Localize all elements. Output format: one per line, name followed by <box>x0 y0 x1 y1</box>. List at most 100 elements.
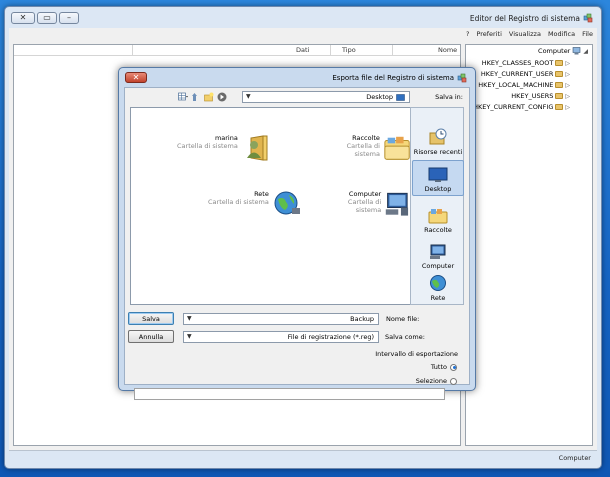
cancel-button-label: Annulla <box>138 332 164 341</box>
place-desktop[interactable]: Desktop <box>412 160 464 196</box>
library-icon <box>428 209 448 224</box>
file-list[interactable]: Raccolte Cartella di sistema marina Cart… <box>130 107 412 305</box>
menu-file[interactable]: File <box>582 30 593 38</box>
file-name-input[interactable]: ▼ Backup <box>183 313 379 325</box>
tree-item-hkcu[interactable]: HKEY_CURRENT_USER ▷ <box>481 70 570 78</box>
maximize-button[interactable]: ▭ <box>37 12 57 24</box>
menu-bar: ? Preferiti Visualizza Modifica File <box>9 28 597 40</box>
chevron-down-icon[interactable]: ▼ <box>187 315 192 322</box>
desktop-icon <box>396 93 405 101</box>
dialog-title: Esporta file del Registro di sistema <box>332 74 454 82</box>
range-selection-option[interactable]: Selezione <box>416 377 457 385</box>
tree-item-hku[interactable]: HKEY_USERS ▷ <box>511 92 570 100</box>
place-label: Raccolte <box>424 226 452 234</box>
place-network[interactable]: Rete <box>412 268 464 304</box>
tree-item-hklm[interactable]: HKEY_LOCAL_MACHINE ▷ <box>478 81 570 89</box>
tree-root[interactable]: Computer ◢ <box>538 47 588 55</box>
expand-icon[interactable]: ▷ <box>565 93 570 100</box>
column-header-data[interactable]: Dati <box>296 46 309 54</box>
save-as-label: Salva come: <box>385 333 425 341</box>
desktop-icon <box>428 167 448 182</box>
file-item-libraries[interactable]: Raccolte Cartella di sistema <box>323 134 411 162</box>
file-item-type: Cartella di sistema <box>346 142 380 158</box>
folder-icon <box>555 71 564 77</box>
column-separator[interactable] <box>392 45 393 56</box>
file-item-user[interactable]: marina Cartella di sistema <box>177 134 271 162</box>
regedit-icon <box>583 13 593 23</box>
save-as-value: File di registrazione (*.reg) <box>287 333 374 341</box>
file-item-text: marina Cartella di sistema <box>177 134 238 150</box>
place-computer[interactable]: Computer <box>412 236 464 272</box>
registry-tree: Computer ◢ HKEY_CLASSES_ROOT ▷ HKEY_CURR… <box>465 44 593 446</box>
tree-item-hkcr[interactable]: HKEY_CLASSES_ROOT ▷ <box>482 59 570 67</box>
place-libraries[interactable]: Raccolte <box>412 200 464 236</box>
range-all-label: Tutto <box>430 363 447 371</box>
radio-empty-icon[interactable] <box>450 377 457 385</box>
save-in-value: Desktop <box>366 93 393 101</box>
tree-item-label: HKEY_CURRENT_CONFIG <box>473 103 554 111</box>
folder-icon <box>555 93 564 99</box>
branch-input[interactable] <box>134 388 445 400</box>
folder-icon <box>555 82 564 88</box>
network-icon <box>274 191 300 215</box>
tree-item-hkcc[interactable]: HKEY_CURRENT_CONFIG ▷ <box>473 103 570 111</box>
column-header-name[interactable]: Nome <box>438 46 457 54</box>
cancel-button[interactable]: Annulla <box>128 330 174 343</box>
menu-favorites[interactable]: Preferiti <box>476 30 501 38</box>
titlebar: ✕ ▭ – Editor del Registro di sistema <box>5 7 601 29</box>
up-folder-icon[interactable] <box>191 92 201 102</box>
file-item-computer[interactable]: Computer Cartella di sistema <box>327 190 411 218</box>
collapse-icon[interactable]: ◢ <box>583 48 588 55</box>
export-range-label: Intervallo di esportazione <box>375 350 458 358</box>
close-icon: ✕ <box>132 73 140 82</box>
tree-item-label: HKEY_LOCAL_MACHINE <box>478 81 554 89</box>
expand-icon[interactable]: ▷ <box>565 60 570 67</box>
column-separator[interactable] <box>132 45 133 56</box>
file-item-type: Cartella di sistema <box>347 198 382 214</box>
file-item-text: Raccolte Cartella di sistema <box>323 134 380 158</box>
save-as-dropdown[interactable]: ▼ File di registrazione (*.reg) <box>183 331 379 343</box>
menu-view[interactable]: Visualizza <box>509 30 541 38</box>
maximize-icon: ▭ <box>43 13 51 22</box>
close-button[interactable]: ✕ <box>11 12 35 24</box>
computer-icon <box>386 192 409 216</box>
file-item-text: Rete Cartella di sistema <box>208 190 269 206</box>
expand-icon[interactable]: ▷ <box>565 82 570 89</box>
dialog-close-button[interactable]: ✕ <box>125 72 147 83</box>
new-folder-icon[interactable] <box>204 92 214 102</box>
file-name-label: Nome file: <box>386 315 420 323</box>
column-separator[interactable] <box>330 45 331 56</box>
tree-item-label: HKEY_CURRENT_USER <box>480 70 554 78</box>
tree-root-label: Computer <box>538 47 571 55</box>
places-bar: Risorse recenti Desktop Raccolte Compute… <box>410 107 464 305</box>
save-in-dropdown[interactable]: ▼ Desktop <box>242 91 410 103</box>
expand-icon[interactable]: ▷ <box>565 104 570 111</box>
status-bar: Computer <box>9 451 597 465</box>
expand-icon[interactable]: ▷ <box>565 71 570 78</box>
place-label: Desktop <box>424 185 452 193</box>
radio-selected-icon[interactable] <box>450 363 457 371</box>
minimize-button[interactable]: – <box>59 12 79 24</box>
minimize-icon: – <box>67 13 71 22</box>
folder-icon <box>555 104 564 110</box>
chevron-down-icon: ▼ <box>187 333 192 340</box>
column-header-type[interactable]: Tipo <box>342 46 356 54</box>
user-folder-icon <box>246 135 268 161</box>
range-all-option[interactable]: Tutto <box>431 363 457 371</box>
close-icon: ✕ <box>19 13 27 22</box>
menu-edit[interactable]: Modifica <box>548 30 575 38</box>
list-header: Dati Tipo Nome <box>14 45 460 56</box>
place-label: Rete <box>430 294 446 302</box>
back-icon[interactable] <box>217 92 227 102</box>
chevron-down-icon: ▼ <box>246 93 251 100</box>
status-text: Computer <box>558 454 591 462</box>
menu-help[interactable]: ? <box>466 30 469 38</box>
tree-item-label: HKEY_USERS <box>511 92 554 100</box>
file-item-network[interactable]: Rete Cartella di sistema <box>208 190 302 218</box>
window-controls: ✕ ▭ – <box>11 12 79 24</box>
export-dialog: ✕ Esporta file del Registro di sistema ▼… <box>118 67 476 400</box>
save-button[interactable]: Salva <box>128 312 174 325</box>
place-recent[interactable]: Risorse recenti <box>412 122 464 158</box>
window-title-area: Editor del Registro di sistema <box>470 13 593 23</box>
view-menu-icon[interactable] <box>178 92 188 102</box>
